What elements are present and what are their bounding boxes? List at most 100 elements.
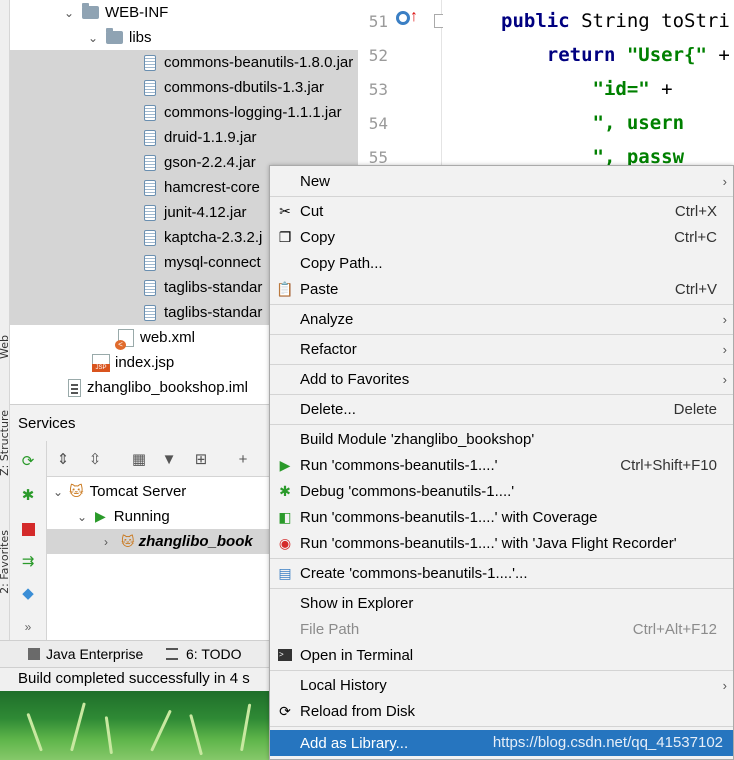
code-token: public bbox=[501, 10, 582, 32]
menu-item-debug[interactable]: ✱ Debug 'commons-beanutils-1....' bbox=[270, 478, 733, 504]
expand-all-icon[interactable]: ⇕ bbox=[53, 449, 73, 469]
menu-item-cut[interactable]: ✂ Cut Ctrl+X bbox=[270, 198, 733, 224]
tab-java-enterprise[interactable]: Java Enterprise bbox=[28, 646, 143, 662]
services-title: Services bbox=[18, 415, 76, 432]
menu-item-run-coverage[interactable]: ◧ Run 'commons-beanutils-1....' with Cov… bbox=[270, 504, 733, 530]
menu-item-run[interactable]: ▶ Run 'commons-beanutils-1....' Ctrl+Shi… bbox=[270, 452, 733, 478]
menu-item-local-history[interactable]: Local History › bbox=[270, 672, 733, 698]
menu-item-run-flight-recorder[interactable]: ◉ Run 'commons-beanutils-1....' with 'Ja… bbox=[270, 530, 733, 556]
menu-item-open-in-terminal[interactable]: > Open in Terminal bbox=[270, 642, 733, 668]
tree-item-jar[interactable]: commons-beanutils-1.8.0.jar bbox=[10, 50, 358, 75]
tree-item-label: druid-1.1.9.jar bbox=[164, 129, 257, 146]
chevron-down-icon[interactable]: ⌄ bbox=[51, 485, 65, 499]
menu-item-copy-path[interactable]: Copy Path... bbox=[270, 250, 733, 276]
reload-icon: ⟳ bbox=[279, 702, 291, 719]
deploy-icon[interactable]: ⇉ bbox=[18, 551, 38, 571]
artifacts-icon[interactable]: ◆ bbox=[18, 583, 38, 603]
java-enterprise-icon bbox=[28, 648, 40, 660]
add-service-icon[interactable]: + bbox=[233, 449, 253, 469]
jar-icon bbox=[144, 104, 156, 121]
code-editor[interactable]: public String toStri return "User{" + "i… bbox=[443, 0, 734, 170]
terminal-icon: > bbox=[277, 647, 293, 663]
tree-item-jar[interactable]: commons-dbutils-1.3.jar bbox=[10, 75, 358, 100]
up-arrow-icon: ↑ bbox=[410, 8, 418, 25]
debug-icon[interactable]: ✱ bbox=[18, 485, 38, 505]
module-file-icon bbox=[68, 378, 81, 397]
tree-item-web-inf[interactable]: ⌄ WEB-INF bbox=[10, 0, 358, 25]
jar-icon bbox=[144, 129, 156, 146]
tree-item-label: gson-2.2.4.jar bbox=[164, 154, 256, 171]
menu-item-create-config[interactable]: ▤ Create 'commons-beanutils-1....'... bbox=[270, 560, 733, 586]
menu-separator bbox=[270, 558, 733, 559]
new-tab-icon[interactable]: ⊞ bbox=[191, 449, 211, 469]
watermark-text: https://blog.csdn.net/qq_41537102 bbox=[492, 734, 723, 751]
menu-separator bbox=[270, 304, 733, 305]
menu-item-label: Add as Library... bbox=[300, 734, 409, 752]
jar-icon bbox=[144, 229, 156, 246]
override-marker-icon[interactable] bbox=[396, 11, 410, 25]
grass-blade bbox=[189, 714, 203, 756]
collapse-all-icon[interactable]: ⇳ bbox=[85, 449, 105, 469]
tree-item-jar[interactable]: commons-logging-1.1.1.jar bbox=[10, 100, 358, 125]
tomcat-icon: 🐱 bbox=[69, 483, 84, 499]
menu-separator bbox=[270, 726, 733, 727]
code-token: return bbox=[501, 44, 627, 66]
code-line-51: public String toStri bbox=[501, 10, 730, 32]
stop-icon[interactable] bbox=[18, 519, 38, 539]
tree-item-jar[interactable]: druid-1.1.9.jar bbox=[10, 125, 358, 150]
todo-icon bbox=[166, 648, 178, 660]
folder-icon bbox=[106, 28, 123, 44]
tree-item-libs[interactable]: ⌄ libs bbox=[10, 25, 358, 50]
tree-item-label: WEB-INF bbox=[105, 4, 169, 21]
chevron-right-icon[interactable]: › bbox=[99, 535, 113, 549]
more-icon[interactable]: » bbox=[18, 617, 38, 637]
tree-item-app[interactable]: › 🐱 zhanglibo_book bbox=[47, 529, 272, 554]
menu-separator bbox=[270, 334, 733, 335]
context-menu: New › ✂ Cut Ctrl+X ❐ Copy Ctrl+C Copy Pa… bbox=[269, 165, 734, 760]
chevron-down-icon[interactable]: ⌄ bbox=[75, 510, 89, 524]
bottom-tool-tabs: Java Enterprise 6: TODO bbox=[0, 640, 272, 667]
menu-item-label: Analyze bbox=[300, 310, 354, 328]
menu-item-label: Run 'commons-beanutils-1....' bbox=[300, 456, 498, 474]
debug-icon: ✱ bbox=[279, 482, 291, 499]
menu-separator bbox=[270, 196, 733, 197]
tree-item-running[interactable]: ⌄ ▶ Running bbox=[47, 504, 272, 529]
code-token: ", usern bbox=[592, 112, 685, 134]
menu-item-paste[interactable]: 📋 Paste Ctrl+V bbox=[270, 276, 733, 302]
jsp-file-icon bbox=[92, 353, 110, 372]
rerun-icon[interactable]: ⟳ bbox=[18, 451, 38, 471]
menu-item-label: Add to Favorites bbox=[300, 370, 410, 388]
menu-item-copy[interactable]: ❐ Copy Ctrl+C bbox=[270, 224, 733, 250]
menu-item-label: Show in Explorer bbox=[300, 594, 414, 612]
services-tree: ⌄ 🐱 Tomcat Server ⌄ ▶ Running › 🐱 zhangl… bbox=[47, 477, 272, 640]
tree-item-label: commons-logging-1.1.1.jar bbox=[164, 104, 342, 121]
menu-item-analyze[interactable]: Analyze › bbox=[270, 306, 733, 332]
menu-item-label: Paste bbox=[300, 280, 339, 298]
menu-separator bbox=[270, 670, 733, 671]
chevron-down-icon[interactable]: ⌄ bbox=[62, 6, 76, 20]
xml-file-icon bbox=[115, 328, 134, 350]
line-number: 52 bbox=[368, 46, 388, 65]
tree-item-label: taglibs-standar bbox=[164, 279, 263, 296]
menu-item-delete[interactable]: Delete... Delete bbox=[270, 396, 733, 422]
tree-item-tomcat[interactable]: ⌄ 🐱 Tomcat Server bbox=[47, 479, 272, 504]
line-number: 53 bbox=[368, 80, 388, 99]
menu-item-new[interactable]: New › bbox=[270, 168, 733, 194]
menu-item-reload-from-disk[interactable]: ⟳ Reload from Disk bbox=[270, 698, 733, 724]
menu-item-file-path[interactable]: File Path Ctrl+Alt+F12 bbox=[270, 616, 733, 642]
folder-icon bbox=[82, 3, 99, 19]
tab-todo[interactable]: 6: TODO bbox=[166, 646, 242, 662]
chevron-right-icon: › bbox=[722, 173, 727, 189]
menu-item-build-module[interactable]: Build Module 'zhanglibo_bookshop' bbox=[270, 426, 733, 452]
grass-blade bbox=[104, 716, 113, 755]
filter-icon[interactable]: ▼ bbox=[159, 449, 179, 469]
chevron-down-icon[interactable]: ⌄ bbox=[86, 31, 100, 45]
menu-item-refactor[interactable]: Refactor › bbox=[270, 336, 733, 362]
jar-icon bbox=[144, 179, 156, 196]
menu-item-add-to-favorites[interactable]: Add to Favorites › bbox=[270, 366, 733, 392]
menu-item-add-as-library[interactable]: Add as Library... https://blog.csdn.net/… bbox=[270, 730, 733, 756]
menu-item-show-in-explorer[interactable]: Show in Explorer bbox=[270, 590, 733, 616]
jar-icon bbox=[144, 204, 156, 221]
group-by-icon[interactable]: ▦ bbox=[129, 449, 149, 469]
code-token: "id=" bbox=[592, 78, 650, 100]
